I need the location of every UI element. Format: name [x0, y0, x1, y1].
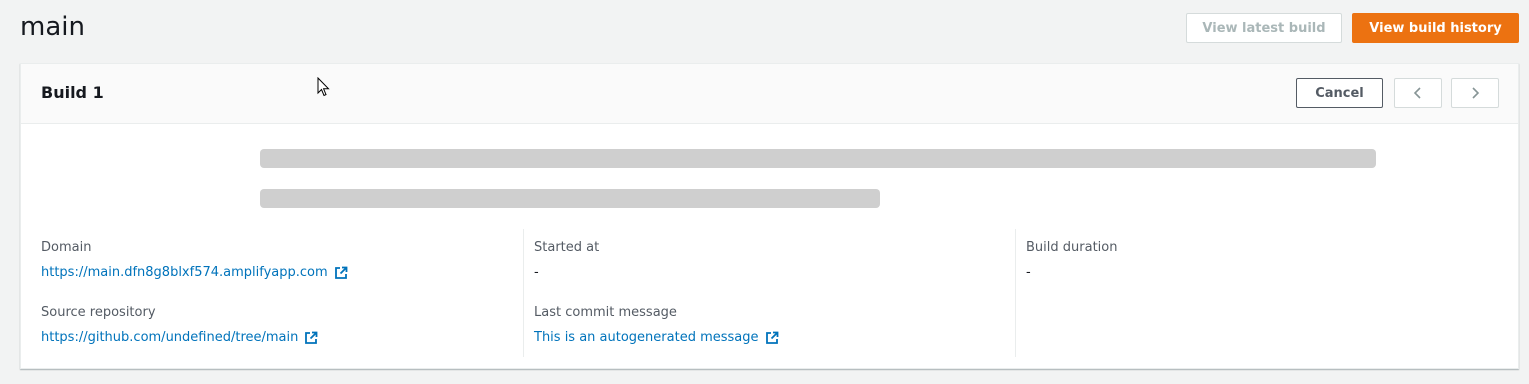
column-divider: [1015, 229, 1016, 357]
domain-link-text: https://main.dfn8g8blxf574.amplifyapp.co…: [41, 265, 328, 280]
last-commit-message-label: Last commit message: [534, 305, 677, 320]
last-commit-message-link-text: This is an autogenerated message: [534, 330, 759, 345]
domain-label: Domain: [41, 240, 92, 255]
build-card-header: Build 1 Cancel: [21, 64, 1518, 124]
build-card: Build 1 Cancel Domain https://main.dfn8g…: [20, 63, 1519, 369]
source-repository-link-text: https://github.com/undefined/tree/main: [41, 330, 299, 345]
chevron-left-icon: [1413, 87, 1421, 99]
last-commit-message-link[interactable]: This is an autogenerated message: [534, 330, 779, 345]
previous-build-button[interactable]: [1394, 78, 1442, 108]
started-at-label: Started at: [534, 240, 600, 255]
domain-link[interactable]: https://main.dfn8g8blxf574.amplifyapp.co…: [41, 265, 348, 280]
build-duration-value: -: [1026, 265, 1031, 280]
cancel-button[interactable]: Cancel: [1296, 78, 1383, 108]
loading-skeleton-bar: [260, 189, 880, 208]
page-title: main: [20, 12, 85, 42]
chevron-right-icon: [1472, 87, 1480, 99]
next-build-button[interactable]: [1451, 78, 1499, 108]
mouse-cursor-icon: [317, 77, 330, 97]
external-link-icon: [334, 266, 348, 279]
started-at-value: -: [534, 265, 539, 280]
build-title: Build 1: [41, 83, 104, 102]
source-repository-link[interactable]: https://github.com/undefined/tree/main: [41, 330, 318, 345]
view-build-history-button[interactable]: View build history: [1352, 13, 1519, 43]
loading-skeleton-bar: [260, 149, 1376, 168]
source-repository-label: Source repository: [41, 305, 156, 320]
build-duration-label: Build duration: [1026, 240, 1118, 255]
external-link-icon: [305, 331, 318, 344]
column-divider: [523, 229, 524, 357]
external-link-icon: [765, 331, 778, 344]
view-latest-build-button[interactable]: View latest build: [1186, 13, 1342, 43]
